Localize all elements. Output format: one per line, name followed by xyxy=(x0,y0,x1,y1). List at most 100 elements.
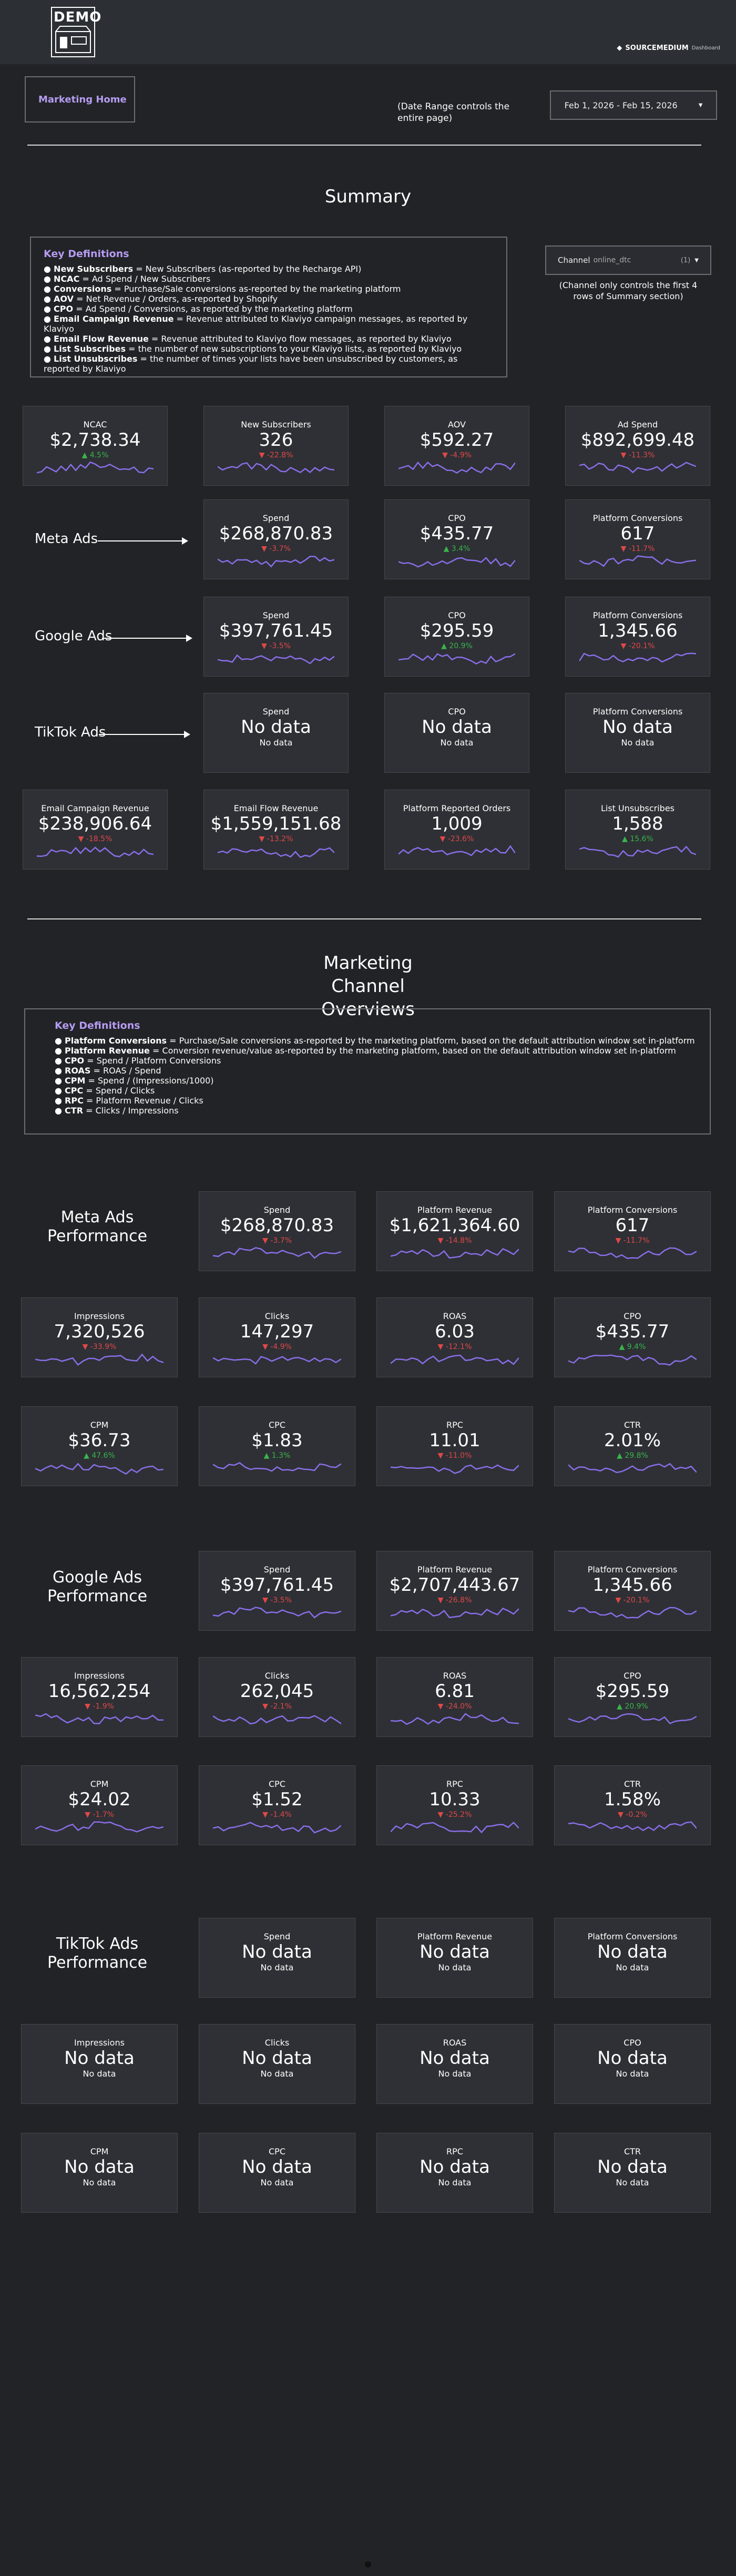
summary-card: Ad Spend $892,699.48 ▼ -11.3% xyxy=(565,406,710,486)
metric-label: Ad Spend xyxy=(617,420,658,430)
sparkline xyxy=(218,462,334,474)
no-data-note: No data xyxy=(260,2178,294,2187)
summary-card: Spend No data No data xyxy=(203,693,349,773)
metric-label: Spend xyxy=(263,1565,291,1575)
sparkline xyxy=(398,557,515,568)
sparkline-path xyxy=(391,1821,519,1834)
sparkline xyxy=(35,1353,163,1366)
sparkline-path xyxy=(391,1713,519,1725)
metric-value: 1,009 xyxy=(431,813,483,834)
definition-item: ● AOV = Net Revenue / Orders, as-reporte… xyxy=(44,294,278,304)
channel-label: Channel xyxy=(558,255,590,265)
sparkline xyxy=(391,1354,519,1365)
metric-label: CPO xyxy=(623,1311,641,1321)
definition-term: CTR xyxy=(65,1106,84,1116)
summary-card: NCAC $2,738.34 ▲ 4.5% xyxy=(23,406,168,486)
sparkline-path xyxy=(37,461,154,474)
metric-label: Clicks xyxy=(264,2038,290,2048)
definition-term: Platform Revenue xyxy=(65,1046,150,1056)
google-card: Impressions 16,562,254 ▼ -1.9% xyxy=(21,1657,178,1737)
definition-item: ● CPM = Spend / (Impressions/1000) xyxy=(55,1076,214,1086)
logo-text: DEMO xyxy=(54,9,102,25)
sparkline-path xyxy=(35,1821,163,1833)
tiktok-card: CPO No data No data xyxy=(554,2024,711,2104)
sparkline xyxy=(35,1463,163,1475)
summary-card: AOV $592.27 ▼ -4.9% xyxy=(384,406,529,486)
sparkline xyxy=(391,1607,519,1619)
metric-value: $2,738.34 xyxy=(49,430,141,451)
no-data-note: No data xyxy=(616,2178,649,2187)
sparkline xyxy=(391,1713,519,1725)
metric-value: $435.77 xyxy=(595,1321,670,1342)
metric-value: 617 xyxy=(620,523,655,544)
channel-filter[interactable]: Channel online_dtc (1) ▼ xyxy=(545,246,711,275)
definition-item: ● Conversions = Purchase/Sale conversion… xyxy=(44,284,401,294)
sparkline xyxy=(391,1821,519,1834)
meta-card: Clicks 147,297 ▼ -4.9% xyxy=(199,1297,355,1377)
row-label-google: Google Ads xyxy=(35,628,113,644)
google-card: ROAS 6.81 ▼ -24.0% xyxy=(376,1657,533,1737)
definition-desc: = Purchase/Sale conversions as-reported … xyxy=(167,1036,695,1046)
sparkline-path xyxy=(391,1354,519,1365)
metric-value: 16,562,254 xyxy=(48,1681,151,1702)
definition-term: List Unsubscribes xyxy=(54,354,138,364)
brand-suffix: Dashboard xyxy=(691,45,720,51)
summary-card: CPO No data No data xyxy=(384,693,529,773)
row-label-meta: Meta Ads xyxy=(35,531,98,547)
summary-card: CPO $435.77 ▲ 3.4% xyxy=(384,499,529,579)
sparkline-path xyxy=(579,462,696,474)
metric-label: Platform Revenue xyxy=(417,1205,493,1215)
definition-term: List Subscribes xyxy=(54,344,126,354)
date-range-picker[interactable]: Feb 1, 2026 - Feb 15, 2026 ▼ xyxy=(550,90,717,120)
google-card: RPC 10.33 ▼ -25.2% xyxy=(376,1765,533,1845)
metric-value: No data xyxy=(242,2156,312,2178)
brand-mark: ◆ SOURCEMEDIUM Dashboard xyxy=(617,44,720,52)
metric-value: 617 xyxy=(615,1215,650,1236)
sparkline xyxy=(218,556,334,568)
sparkline-path xyxy=(218,847,334,858)
channel-count: (1) xyxy=(680,256,691,264)
sparkline xyxy=(398,845,515,856)
row-label-tiktok: TikTok Ads xyxy=(35,724,106,740)
summary-card: Platform Reported Orders 1,009 ▼ -23.6% xyxy=(384,790,529,870)
sparkline xyxy=(568,1821,697,1832)
sparkline-path xyxy=(579,652,696,663)
metric-label: Platform Revenue xyxy=(417,1565,493,1575)
metric-value: No data xyxy=(242,1941,312,1962)
metric-value: 262,045 xyxy=(240,1681,314,1702)
definition-item: ● RPC = Platform Revenue / Clicks xyxy=(55,1096,203,1106)
metric-label: CTR xyxy=(623,1420,641,1430)
marketing-home-button[interactable]: Marketing Home xyxy=(25,76,135,122)
metric-value: $1.52 xyxy=(251,1789,303,1810)
divider xyxy=(27,918,701,919)
metric-label: CPO xyxy=(623,1671,641,1681)
metric-value: 10.33 xyxy=(429,1789,481,1810)
sparkline-path xyxy=(398,653,515,665)
metric-value: No data xyxy=(420,2156,490,2178)
metric-value: 7,320,526 xyxy=(54,1321,145,1342)
metric-label: ROAS xyxy=(443,1671,467,1681)
metric-label: RPC xyxy=(446,2146,463,2156)
metric-label: CPO xyxy=(448,707,466,717)
google-card: CPC $1.52 ▼ -1.4% xyxy=(199,1765,355,1845)
metric-label: Platform Conversions xyxy=(587,1931,678,1941)
metric-label: Spend xyxy=(262,707,290,717)
demo-logo: DEMO xyxy=(50,6,101,58)
sparkline xyxy=(213,1715,341,1725)
sparkline xyxy=(568,1463,697,1474)
metric-label: ROAS xyxy=(443,2038,467,2048)
sparkline-path xyxy=(218,462,334,474)
metric-label: New Subscribers xyxy=(241,420,311,430)
summary-card: Spend $268,870.83 ▼ -3.7% xyxy=(203,499,349,579)
sparkline-path xyxy=(213,1462,341,1472)
date-note: (Date Range controls the entire page) xyxy=(397,101,510,124)
sparkline xyxy=(398,653,515,665)
definition-desc: = New Subscribers (as-reported by the Re… xyxy=(133,264,362,274)
metric-label: List Unsubscribes xyxy=(600,803,675,813)
google-ads-performance-title: Google Ads Performance xyxy=(47,1568,148,1606)
definition-item: ● Platform Conversions = Purchase/Sale c… xyxy=(55,1036,695,1046)
sparkline-path xyxy=(398,557,515,568)
no-data-note: No data xyxy=(438,2178,472,2187)
sparkline-path xyxy=(568,1247,697,1259)
meta-card: CPO $435.77 ▲ 9.4% xyxy=(554,1297,711,1377)
